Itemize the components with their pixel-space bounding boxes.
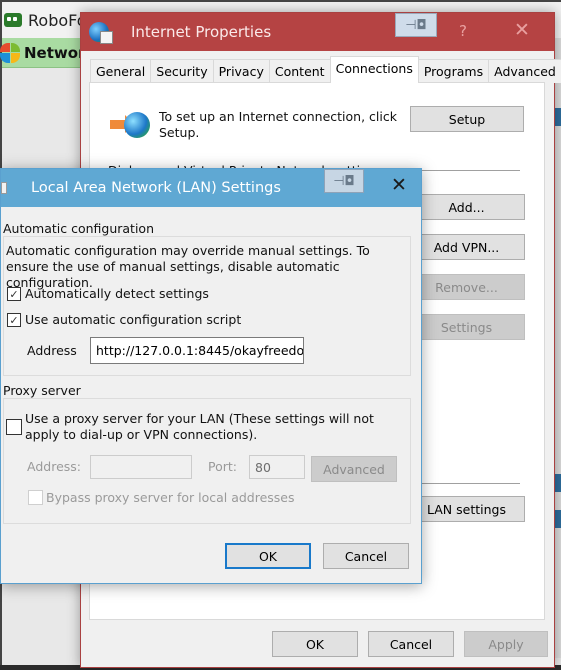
automatic-configuration-label: Automatic configuration <box>3 221 158 236</box>
pin-button[interactable]: ⊣◘ <box>324 169 364 193</box>
tab-content[interactable]: Content <box>268 59 331 83</box>
proxy-address-label: Address: <box>27 459 81 474</box>
lan-settings-titlebar[interactable]: Local Area Network (LAN) Settings ⊣◘ ✕ <box>1 169 421 207</box>
apply-button[interactable]: Apply <box>464 631 548 657</box>
remove-button[interactable]: Remove... <box>408 274 525 300</box>
tab-general[interactable]: General <box>90 59 152 83</box>
proxy-server-label: Proxy server <box>3 383 85 398</box>
lan-settings-button[interactable]: LAN settings <box>408 496 525 522</box>
tab-privacy[interactable]: Privacy <box>212 59 270 83</box>
tab-strip: General Security Privacy Content Connect… <box>90 56 561 83</box>
lan-settings-icon <box>1 182 7 194</box>
background-side-tab[interactable] <box>555 474 561 492</box>
lan-ok-button[interactable]: OK <box>225 543 311 569</box>
use-config-script-checkbox[interactable]: ✓ <box>7 313 21 327</box>
lan-cancel-button[interactable]: Cancel <box>323 543 409 569</box>
tab-connections[interactable]: Connections <box>329 56 419 83</box>
roboform-icon <box>4 13 22 27</box>
bypass-local-checkbox[interactable] <box>28 490 43 505</box>
add-button[interactable]: Add... <box>408 194 525 220</box>
separator <box>410 483 520 484</box>
background-side-tab[interactable] <box>555 108 561 126</box>
lan-settings-dialog: Local Area Network (LAN) Settings ⊣◘ ✕ A… <box>0 168 422 584</box>
script-address-input[interactable]: http://127.0.0.1:8445/okayfreedom. <box>90 337 304 364</box>
check-icon: ✓ <box>9 313 19 327</box>
background-side-tab[interactable] <box>555 510 561 528</box>
close-button[interactable]: ✕ <box>391 174 407 196</box>
tab-security[interactable]: Security <box>150 59 214 83</box>
use-config-script-label[interactable]: Use automatic configuration script <box>25 312 241 328</box>
pin-button[interactable]: ⊣◘ <box>395 13 437 37</box>
script-address-label: Address <box>27 343 77 358</box>
setup-instructions: To set up an Internet connection, click … <box>159 109 397 140</box>
ok-button[interactable]: OK <box>272 631 358 657</box>
cancel-button[interactable]: Cancel <box>368 631 454 657</box>
proxy-port-input[interactable]: 80 <box>249 455 305 479</box>
background-right-strip <box>555 38 561 658</box>
check-icon: ✓ <box>9 287 19 301</box>
setup-button[interactable]: Setup <box>410 106 524 132</box>
tab-advanced[interactable]: Advanced <box>488 59 561 83</box>
auto-detect-label[interactable]: Automatically detect settings <box>25 286 209 302</box>
tab-programs[interactable]: Programs <box>417 59 490 83</box>
pin-icon: ⊣◘ <box>405 17 427 33</box>
internet-options-icon <box>89 22 113 44</box>
pin-icon: ⊣◘ <box>333 173 355 189</box>
internet-properties-title: Internet Properties <box>131 23 272 41</box>
bypass-local-label[interactable]: Bypass proxy server for local addresses <box>46 490 295 506</box>
windows-logo-icon <box>0 42 20 63</box>
close-button[interactable]: ✕ <box>514 19 530 41</box>
add-vpn-button[interactable]: Add VPN... <box>408 234 525 260</box>
proxy-address-input[interactable] <box>90 455 192 479</box>
internet-setup-icon <box>110 110 150 140</box>
proxy-advanced-button[interactable]: Advanced <box>311 456 397 482</box>
internet-properties-titlebar[interactable]: Internet Properties ⊣◘ ? ✕ <box>81 13 554 51</box>
lan-settings-title: Local Area Network (LAN) Settings <box>31 180 281 196</box>
automatic-configuration-description: Automatic configuration may override man… <box>6 243 370 290</box>
use-proxy-label[interactable]: Use a proxy server for your LAN (These s… <box>25 411 405 443</box>
proxy-port-label: Port: <box>208 459 237 474</box>
auto-detect-checkbox[interactable]: ✓ <box>7 287 21 301</box>
use-proxy-checkbox[interactable] <box>6 419 22 435</box>
help-button[interactable]: ? <box>459 22 467 40</box>
settings-button[interactable]: Settings <box>408 314 525 340</box>
